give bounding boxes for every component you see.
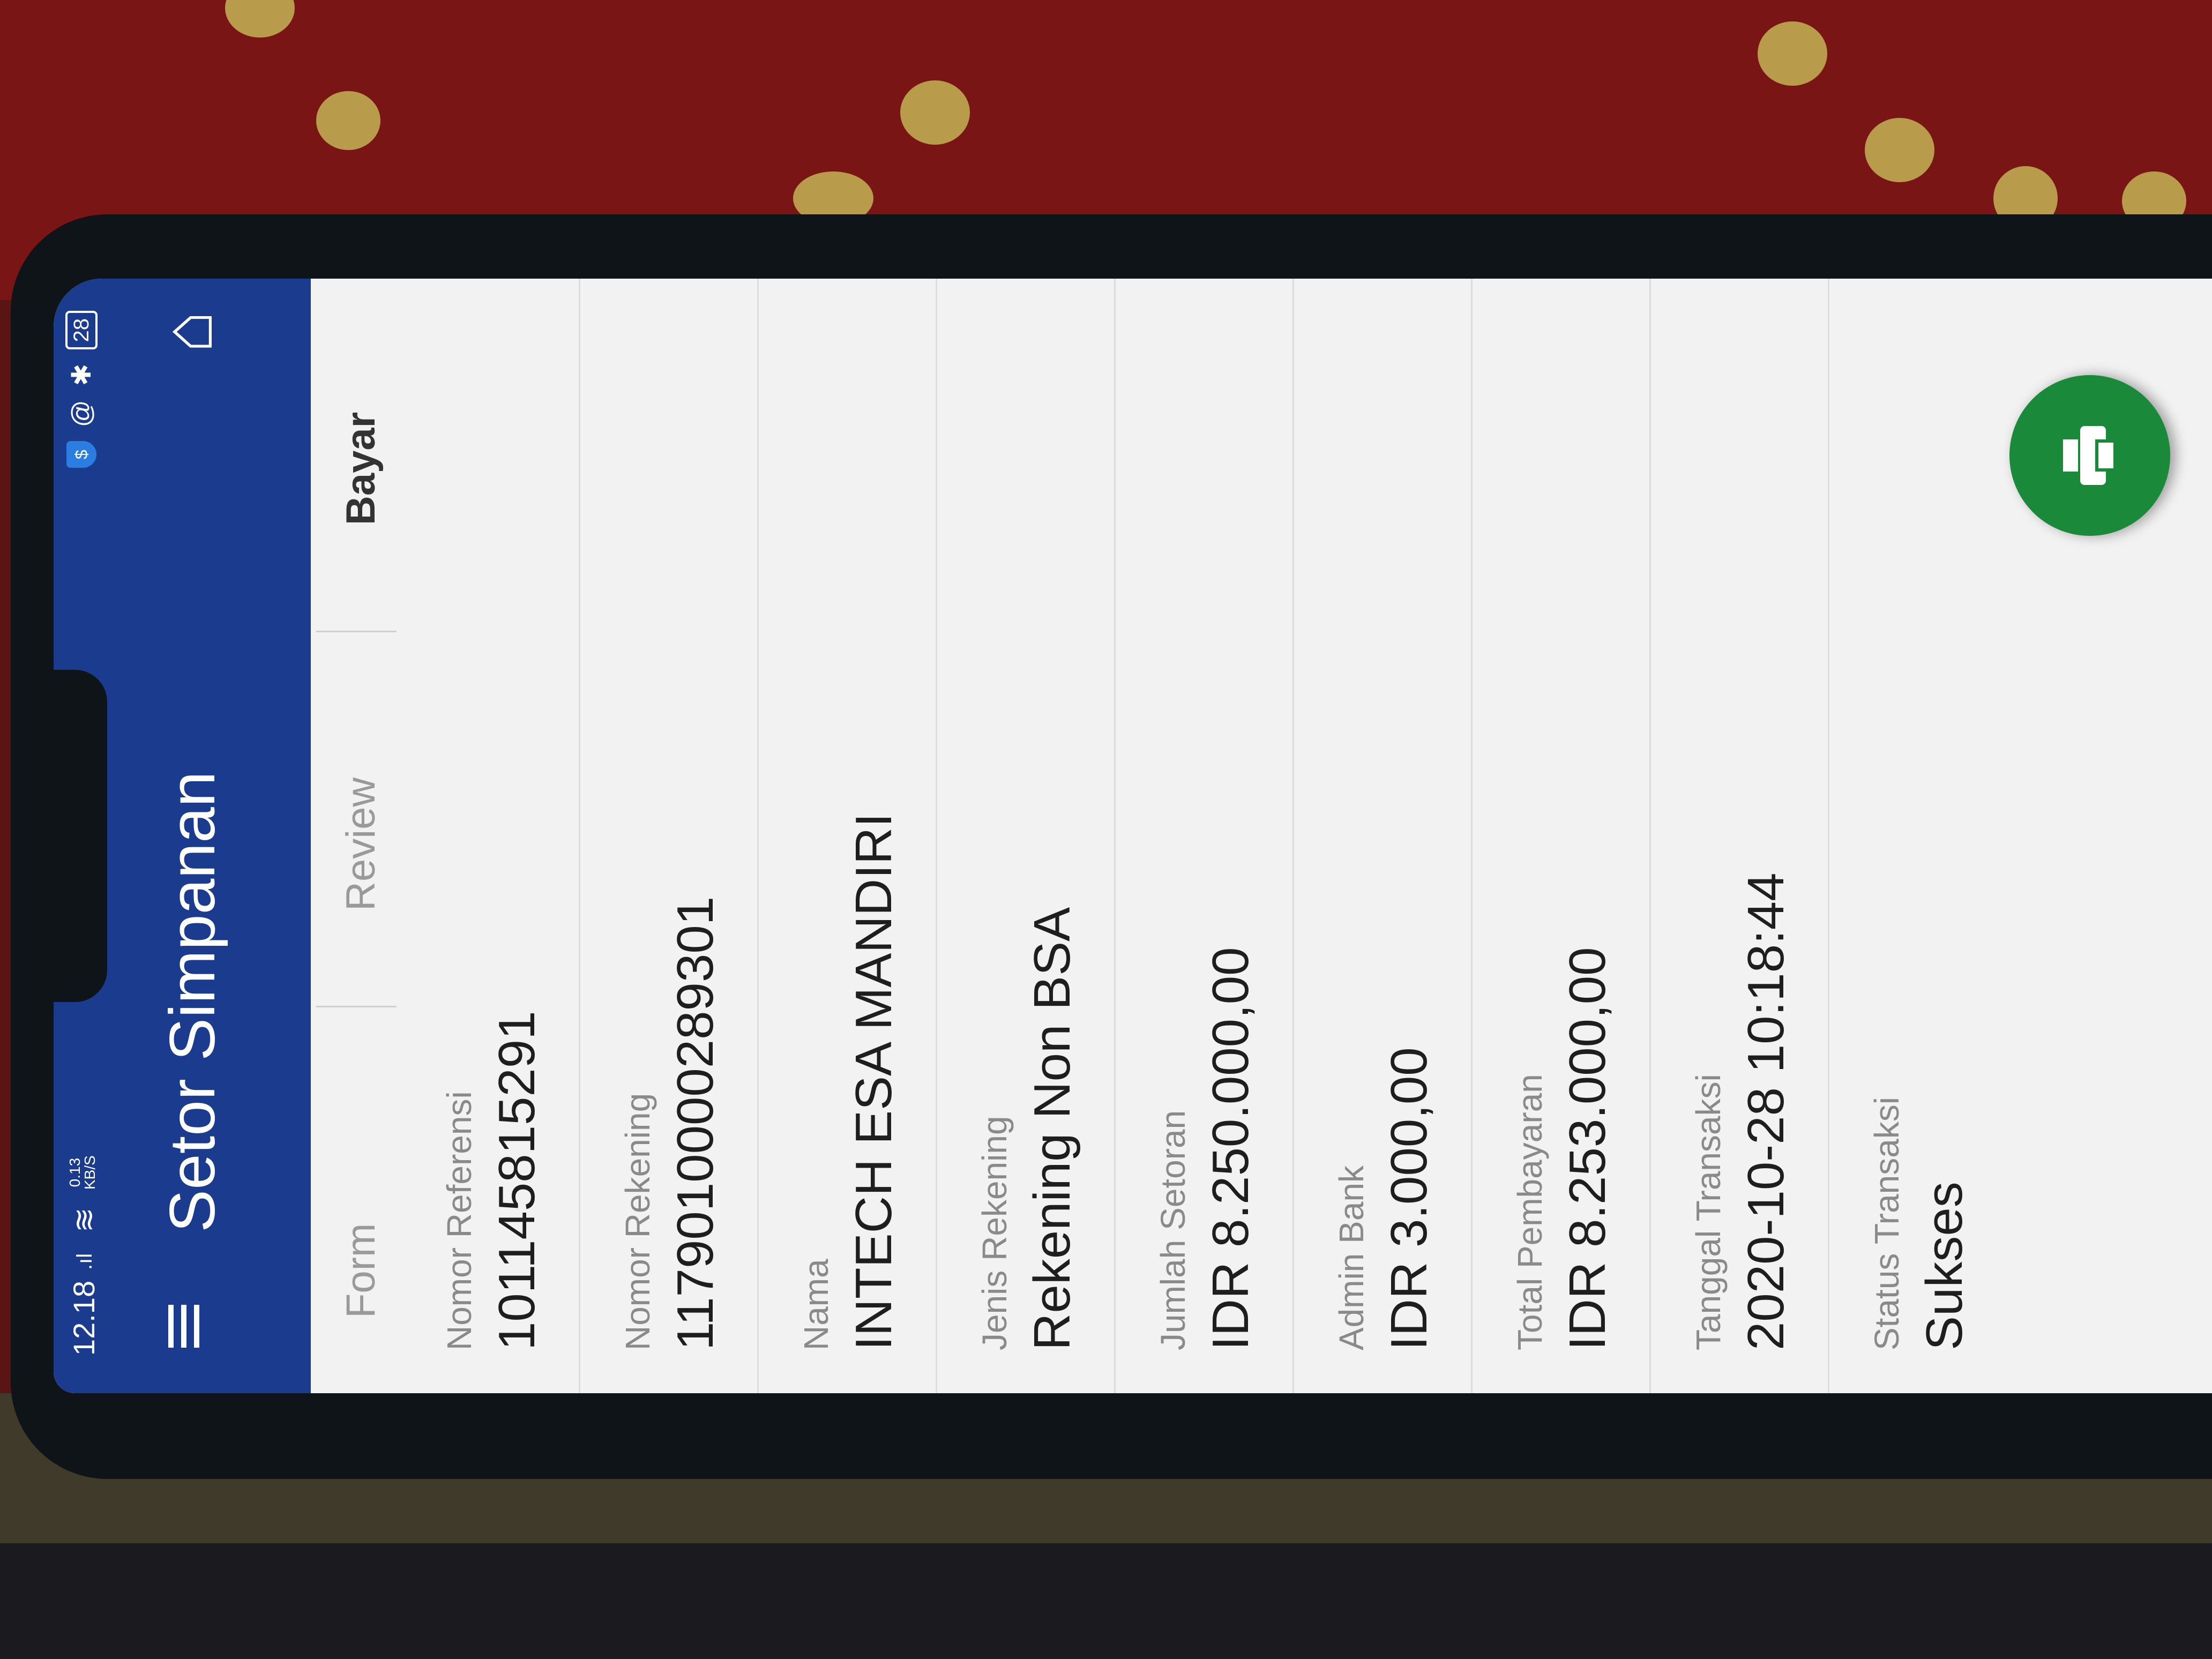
- app-bar: 12.18 .ıl ≋ 0.13 KB/S $ @ ✱ 28 Setor Sim…: [54, 279, 311, 1393]
- field-label: Total Pembayaran: [1511, 1074, 1549, 1350]
- field-jenis-rekening: Jenis Rekening Rekening Non BSA: [937, 279, 1116, 1393]
- step-form[interactable]: Form: [338, 1223, 384, 1318]
- wifi-icon: ≋: [67, 1207, 101, 1232]
- field-value: Sukses: [1916, 1182, 1973, 1350]
- field-label: Jenis Rekening: [975, 1116, 1014, 1350]
- field-total-pembayaran: Total Pembayaran IDR 8.253.000,00: [1473, 279, 1651, 1393]
- field-admin-bank: Admin Bank IDR 3.000,00: [1294, 279, 1473, 1393]
- field-nomor-rekening: Nomor Rekening 1179010000289301: [580, 279, 759, 1393]
- status-time: 12.18: [67, 1280, 101, 1356]
- field-value: IDR 8.250.000,00: [1202, 947, 1259, 1350]
- step-separator: [316, 632, 397, 675]
- field-label: Tanggal Transaksi: [1689, 1074, 1728, 1350]
- shield-icon: $: [66, 441, 96, 468]
- field-value: 101145815291: [488, 1011, 545, 1350]
- field-jumlah-setoran: Jumlah Setoran IDR 8.250.000,00: [1116, 279, 1294, 1393]
- alarm-icon: @: [66, 400, 96, 428]
- printer-icon: [2063, 426, 2117, 485]
- field-label: Nomor Referensi: [440, 1091, 479, 1350]
- menu-icon[interactable]: [161, 1297, 220, 1356]
- bluetooth-icon: ✱: [66, 363, 96, 386]
- background-dot: [316, 91, 380, 150]
- transaction-details: Nomor Referensi 101145815291 Nomor Reken…: [402, 279, 2006, 1393]
- background-dot: [1758, 21, 1827, 86]
- field-nomor-referensi: Nomor Referensi 101145815291: [402, 279, 580, 1393]
- field-label: Status Transaksi: [1867, 1096, 1906, 1350]
- print-button[interactable]: [2009, 375, 2170, 536]
- app-screen: 12.18 .ıl ≋ 0.13 KB/S $ @ ✱ 28 Setor Sim…: [54, 279, 2212, 1393]
- status-icons: $ @ ✱ 28: [65, 311, 98, 468]
- home-icon[interactable]: ⌂: [148, 311, 227, 353]
- field-value: IDR 8.253.000,00: [1559, 947, 1616, 1350]
- field-label: Admin Bank: [1332, 1165, 1371, 1350]
- field-value: Rekening Non BSA: [1023, 907, 1081, 1350]
- field-label: Nama: [797, 1259, 835, 1350]
- field-tanggal-transaksi: Tanggal Transaksi 2020-10-28 10:18:44: [1651, 279, 1829, 1393]
- background-dot: [900, 80, 970, 145]
- stepper: Form Review Bayar: [311, 279, 403, 1393]
- field-value: 2020-10-28 10:18:44: [1737, 872, 1795, 1350]
- field-value: 1179010000289301: [667, 896, 724, 1350]
- signal-icon: .ıl: [73, 1253, 96, 1270]
- camera-notch: [54, 670, 107, 1002]
- battery-icon: 28: [65, 311, 98, 350]
- step-review[interactable]: Review: [338, 778, 384, 911]
- step-separator: [316, 1007, 397, 1050]
- field-label: Nomor Rekening: [618, 1093, 657, 1350]
- field-value: INTECH ESA MANDIRI: [845, 813, 902, 1350]
- field-label: Jumlah Setoran: [1154, 1110, 1192, 1350]
- field-nama: Nama INTECH ESA MANDIRI: [759, 279, 937, 1393]
- page-title: Setor Simpanan: [156, 771, 228, 1232]
- floor-background: [0, 1543, 2212, 1659]
- field-value: IDR 3.000,00: [1380, 1047, 1438, 1350]
- field-status-transaksi: Status Transaksi Sukses: [1829, 279, 2006, 1393]
- background-dot: [1865, 118, 1934, 182]
- network-speed: 0.13 KB/S: [66, 1155, 98, 1190]
- phone-screen: 12.18 .ıl ≋ 0.13 KB/S $ @ ✱ 28 Setor Sim…: [54, 279, 2212, 1393]
- step-bayar[interactable]: Bayar: [338, 412, 384, 525]
